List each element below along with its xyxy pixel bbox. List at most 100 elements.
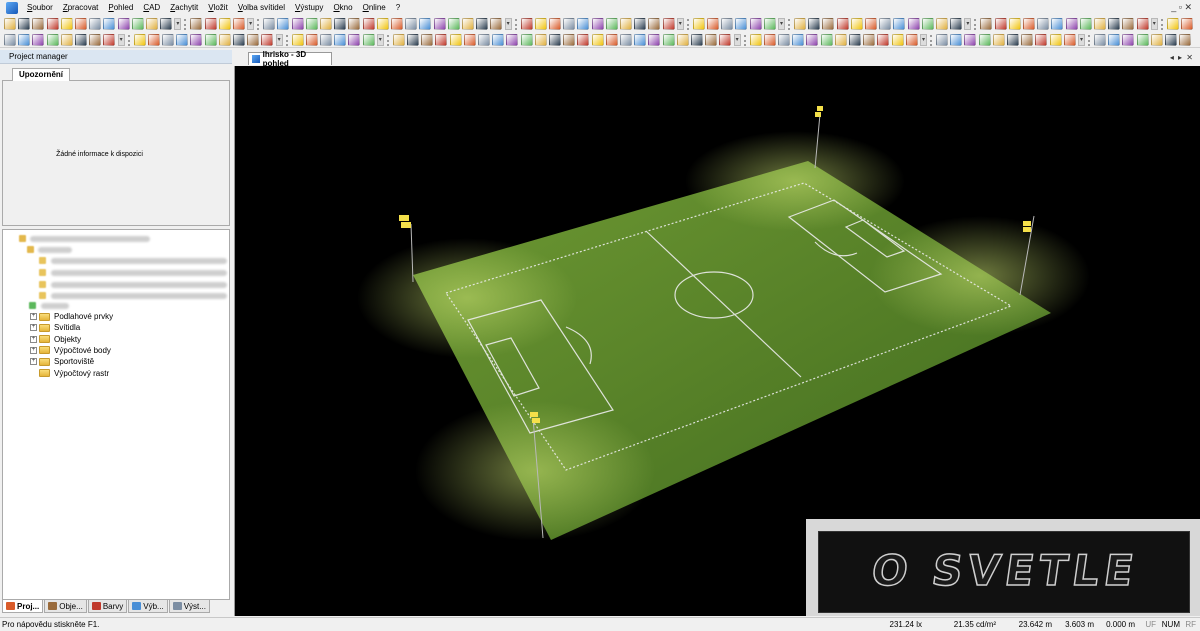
toolbar-button-icon[interactable] — [662, 18, 675, 30]
toolbar-button-icon[interactable] — [1122, 18, 1135, 30]
toolbar-button-icon[interactable] — [75, 34, 87, 46]
toolbar-button-icon[interactable] — [320, 34, 332, 46]
toolbar-button-icon[interactable] — [160, 18, 173, 30]
toolbar-button-icon[interactable] — [334, 34, 347, 46]
toolbar-button-icon[interactable] — [950, 34, 963, 46]
toolbar-button-icon[interactable] — [992, 34, 1005, 46]
toolbar-button-icon[interactable] — [1165, 34, 1177, 46]
toolbar-button-icon[interactable] — [577, 34, 590, 46]
toolbar-button-icon[interactable] — [18, 18, 31, 30]
toolbar-button-icon[interactable] — [117, 18, 130, 30]
menu-online[interactable]: Online — [358, 0, 391, 15]
menu-pohled[interactable]: Pohled — [103, 0, 138, 15]
toolbar-button-icon[interactable] — [449, 34, 462, 46]
toolbar-button-icon[interactable] — [980, 18, 993, 30]
toolbar-button-icon[interactable] — [1166, 18, 1179, 30]
toolbar-button-icon[interactable] — [1065, 18, 1078, 30]
toolbar-overflow-icon[interactable]: ▾ — [504, 18, 512, 30]
toolbar-button-icon[interactable] — [964, 34, 977, 46]
toolbar-button-icon[interactable] — [1035, 34, 1048, 46]
toolbar-button-icon[interactable] — [362, 34, 375, 46]
toolbar-grip[interactable] — [930, 35, 934, 46]
toolbar-button-icon[interactable] — [419, 18, 432, 30]
toolbar-button-icon[interactable] — [277, 18, 290, 30]
toolbar-button-icon[interactable] — [1108, 34, 1121, 46]
toolbar-overflow-icon[interactable]: ▾ — [920, 34, 927, 46]
menu-vystupy[interactable]: Výstupy — [290, 0, 328, 15]
toolbar-button-icon[interactable] — [620, 18, 632, 30]
toolbar-button-icon[interactable] — [392, 34, 405, 46]
tree-item[interactable]: + Sportoviště — [30, 356, 94, 367]
toolbar-overflow-icon[interactable]: ▾ — [275, 34, 283, 46]
toolbar-button-icon[interactable] — [476, 18, 489, 30]
expand-icon[interactable]: + — [30, 335, 37, 343]
toolbar-button-icon[interactable] — [1008, 18, 1021, 30]
menu-help[interactable]: ? — [391, 0, 405, 15]
menu-cad[interactable]: CAD — [138, 0, 165, 15]
toolbar-button-icon[interactable] — [1136, 34, 1149, 46]
toolbar-button-icon[interactable] — [1136, 18, 1149, 30]
tab-colors[interactable]: Barvy — [87, 600, 128, 613]
toolbar-button-icon[interactable] — [978, 34, 991, 46]
toolbar-button-icon[interactable] — [218, 18, 231, 30]
menu-volba-svitidel[interactable]: Volba svítidel — [233, 0, 290, 15]
toolbar-button-icon[interactable] — [534, 18, 547, 30]
tree-item[interactable]: + Svítidla — [30, 322, 80, 333]
toolbar-button-icon[interactable] — [549, 18, 561, 30]
3d-viewport[interactable]: O SVETLE — [234, 66, 1200, 616]
expand-icon[interactable]: + — [30, 358, 37, 366]
toolbar-button-icon[interactable] — [376, 18, 389, 30]
toolbar-grip[interactable] — [686, 19, 691, 30]
menu-zachytit[interactable]: Zachytit — [165, 0, 203, 15]
toolbar-button-icon[interactable] — [1049, 34, 1062, 46]
toolbar-button-icon[interactable] — [462, 18, 474, 30]
toolbar-button-icon[interactable] — [334, 18, 347, 30]
toolbar-button-icon[interactable] — [147, 34, 160, 46]
toolbar-grip[interactable] — [974, 19, 978, 30]
toolbar-button-icon[interactable] — [577, 18, 590, 30]
toolbar-overflow-icon[interactable]: ▾ — [1150, 18, 1158, 30]
document-tab[interactable]: Ihrisko - 3D pohled — [248, 50, 332, 68]
toolbar-button-icon[interactable] — [490, 18, 503, 30]
toolbar-button-icon[interactable] — [591, 34, 604, 46]
toolbar-button-icon[interactable] — [822, 18, 835, 30]
tree-item[interactable]: + Objekty — [30, 334, 81, 345]
toolbar-button-icon[interactable] — [1063, 34, 1076, 46]
toolbar-button-icon[interactable] — [463, 34, 476, 46]
toolbar-button-icon[interactable] — [994, 18, 1007, 30]
toolbar-button-icon[interactable] — [190, 18, 203, 30]
toolbar-button-icon[interactable] — [905, 34, 918, 46]
toolbar-button-icon[interactable] — [247, 34, 260, 46]
toolbar-button-icon[interactable] — [634, 18, 647, 30]
toolbar-button-icon[interactable] — [433, 18, 446, 30]
toolbar-button-icon[interactable] — [1007, 34, 1019, 46]
tab-objects[interactable]: Obje... — [44, 600, 87, 613]
toolbar-button-icon[interactable] — [719, 34, 732, 46]
toolbar-button-icon[interactable] — [348, 34, 361, 46]
toolbar-button-icon[interactable] — [176, 34, 189, 46]
toolbar-grip[interactable] — [788, 19, 792, 30]
toolbar-button-icon[interactable] — [261, 34, 274, 46]
toolbar-button-icon[interactable] — [691, 34, 703, 46]
toolbar-button-icon[interactable] — [865, 18, 877, 30]
tab-selection[interactable]: Výb... — [128, 600, 168, 613]
toolbar-button-icon[interactable] — [549, 34, 561, 46]
toolbar-button-icon[interactable] — [735, 18, 748, 30]
toolbar-button-icon[interactable] — [648, 34, 661, 46]
toolbar-button-icon[interactable] — [1181, 18, 1193, 30]
toolbar-button-icon[interactable] — [849, 34, 861, 46]
toolbar-button-icon[interactable] — [405, 18, 418, 30]
toolbar-grip[interactable] — [386, 35, 391, 46]
toolbar-button-icon[interactable] — [60, 18, 73, 30]
toolbar-button-icon[interactable] — [146, 18, 158, 30]
toolbar-button-icon[interactable] — [447, 18, 460, 30]
toolbar-button-icon[interactable] — [1108, 18, 1121, 30]
toolbar-button-icon[interactable] — [46, 18, 59, 30]
toolbar-button-icon[interactable] — [634, 34, 647, 46]
toolbar-button-icon[interactable] — [492, 34, 505, 46]
toolbar-button-icon[interactable] — [605, 34, 618, 46]
toolbar-button-icon[interactable] — [1051, 18, 1064, 30]
toolbar-grip[interactable] — [257, 19, 261, 30]
toolbar-button-icon[interactable] — [506, 34, 519, 46]
toolbar-button-icon[interactable] — [836, 18, 849, 30]
